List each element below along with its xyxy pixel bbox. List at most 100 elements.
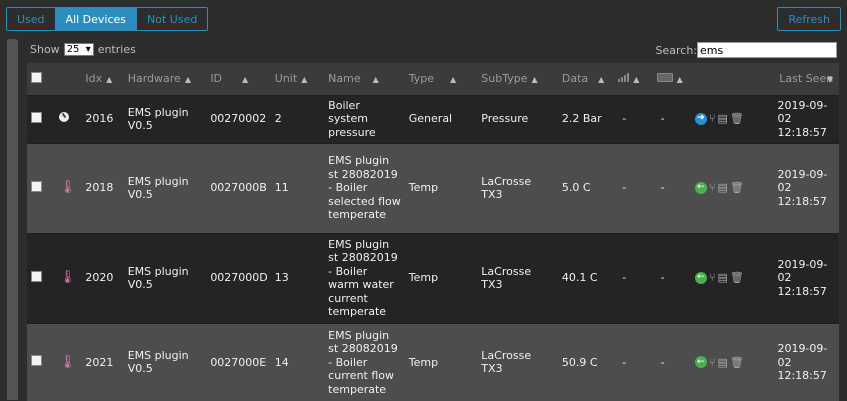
left-scroll-rail [7,39,18,400]
column-signal-header[interactable]: ▲ [614,63,653,96]
arrow-left-icon[interactable]: ← [694,272,707,284]
row-checkbox[interactable] [31,270,42,282]
unit-cell: 13 [270,232,325,323]
row-select-cell[interactable] [27,142,56,233]
idx-cell: 2018 [81,142,124,233]
hardware-cell: EMS plugin V0.5 [123,322,207,401]
sort-icon: ▲ [676,75,683,85]
sort-icon: ▲ [598,75,605,85]
signal-cell: - [614,232,653,323]
log-icon[interactable]: ▤ [717,271,727,285]
device-type-icon-cell: 🌡 [55,322,82,401]
battery-cell: - [652,322,691,401]
data-cell: 50.9 C [557,322,615,401]
top-toolbar: Used All Devices Not Used Refresh [0,0,847,36]
column-idx-header[interactable]: Idx ▲ [81,63,124,96]
subtype-cell: LaCrosse TX3 [477,322,558,401]
sort-icon: ▲ [372,75,379,85]
row-checkbox[interactable] [31,355,42,366]
search-input[interactable] [697,42,837,58]
thermometer-icon: 🌡 [59,180,76,196]
unit-cell: 2 [270,94,325,143]
arrow-left-icon[interactable]: ← [694,182,707,194]
table-row[interactable]: 🌡 2021 EMS plugin V0.5 0027000E 14 EMS p… [27,322,839,401]
actions-cell: ← ⑂ ▤ 🗑 [690,142,774,233]
column-unit-header[interactable]: Unit ▲ [270,63,325,96]
filter-all-devices-button[interactable]: All Devices [55,8,138,30]
entries-select[interactable]: 25 ▾ [63,43,94,56]
chevron-down-icon: ▾ [85,44,91,55]
last-seen-cell: 2019-09-02 12:18:57 [773,322,839,401]
id-cell: 00270002 [206,94,271,143]
signal-cell: - [614,94,653,143]
column-subtype-header[interactable]: SubType ▲ [477,63,558,96]
signal-cell: - [614,142,653,233]
column-id-header[interactable]: ID ▲ [206,63,271,96]
gauge-icon [59,112,70,125]
subtype-cell: LaCrosse TX3 [477,142,558,233]
last-seen-cell: 2019-09-02 12:18:57 [773,142,839,233]
search-label: Search: [655,43,698,57]
select-all-header[interactable] [27,63,56,96]
data-cell: 5.0 C [557,142,615,233]
signal-cell: - [614,322,653,401]
entries-length-control: Show 25 ▾ entries [30,43,136,56]
thermometer-icon: 🌡 [59,354,76,370]
log-icon[interactable]: ▤ [717,356,727,370]
battery-cell: - [652,232,691,323]
column-type-header[interactable]: Type ▲ [404,63,478,96]
log-icon[interactable]: ▤ [717,181,727,195]
type-cell: Temp [404,232,478,323]
table-row[interactable]: 2016 EMS plugin V0.5 00270002 2 Boiler s… [27,94,839,143]
idx-cell: 2016 [81,94,124,143]
arrow-left-icon[interactable]: ← [694,356,707,369]
table-header-row: Idx ▲ Hardware ▲ ID ▲ Unit ▲ Name ▲ Type ▲ Sub… [27,63,839,96]
arrow-right-icon[interactable]: ➜ [694,113,707,125]
row-checkbox[interactable] [31,180,42,192]
column-hardware-header[interactable]: Hardware ▲ [123,63,207,96]
sort-desc-icon: ▼ [826,75,833,84]
device-filter-group: Used All Devices Not Used [6,7,209,31]
tree-icon[interactable]: ⑂ [709,356,716,370]
name-cell: EMS plugin st 28082019 - Boiler warm wat… [324,232,405,323]
tree-icon[interactable]: ⑂ [709,181,716,195]
column-battery-header[interactable]: ▲ [652,63,691,96]
row-select-cell[interactable] [27,322,56,401]
sort-icon: ▲ [184,75,191,85]
column-last-seen-header[interactable]: Last Seen ▼ [773,63,839,96]
sort-icon: ▲ [531,75,538,85]
trash-icon[interactable]: 🗑 [730,271,744,285]
trash-icon[interactable]: 🗑 [730,181,744,195]
select-all-checkbox[interactable] [31,71,42,83]
data-cell: 40.1 C [557,232,615,323]
row-checkbox[interactable] [31,111,42,123]
id-cell: 0027000B [206,142,271,233]
filter-used-button[interactable]: Used [7,8,56,30]
table-row[interactable]: 🌡 2020 EMS plugin V0.5 0027000D 13 EMS p… [27,232,839,323]
tree-icon[interactable]: ⑂ [709,112,716,126]
refresh-button[interactable]: Refresh [777,7,841,31]
unit-cell: 11 [270,142,325,233]
filter-not-used-button[interactable]: Not Used [137,8,208,30]
last-seen-cell: 2019-09-02 12:18:57 [773,94,839,143]
hardware-cell: EMS plugin V0.5 [123,94,207,143]
name-cell: EMS plugin st 28082019 - Boiler selected… [324,142,405,233]
tree-icon[interactable]: ⑂ [709,271,716,285]
subtype-cell: LaCrosse TX3 [477,232,558,323]
battery-cell: - [652,94,691,143]
type-cell: Temp [404,322,478,401]
sort-icon: ▲ [242,75,249,85]
show-label: Show [30,43,60,56]
table-row[interactable]: 🌡 2018 EMS plugin V0.5 0027000B 11 EMS p… [27,142,839,233]
sort-icon: ▲ [450,75,457,85]
row-select-cell[interactable] [27,232,56,323]
column-data-header[interactable]: Data ▲ [557,63,615,96]
device-type-icon-cell: 🌡 [55,142,82,233]
thermometer-icon: 🌡 [59,270,76,286]
row-select-cell[interactable] [27,94,56,143]
trash-icon[interactable]: 🗑 [730,356,744,370]
trash-icon[interactable]: 🗑 [730,112,744,126]
column-name-header[interactable]: Name ▲ [324,63,405,96]
log-icon[interactable]: ▤ [717,112,727,126]
hardware-cell: EMS plugin V0.5 [123,142,207,233]
